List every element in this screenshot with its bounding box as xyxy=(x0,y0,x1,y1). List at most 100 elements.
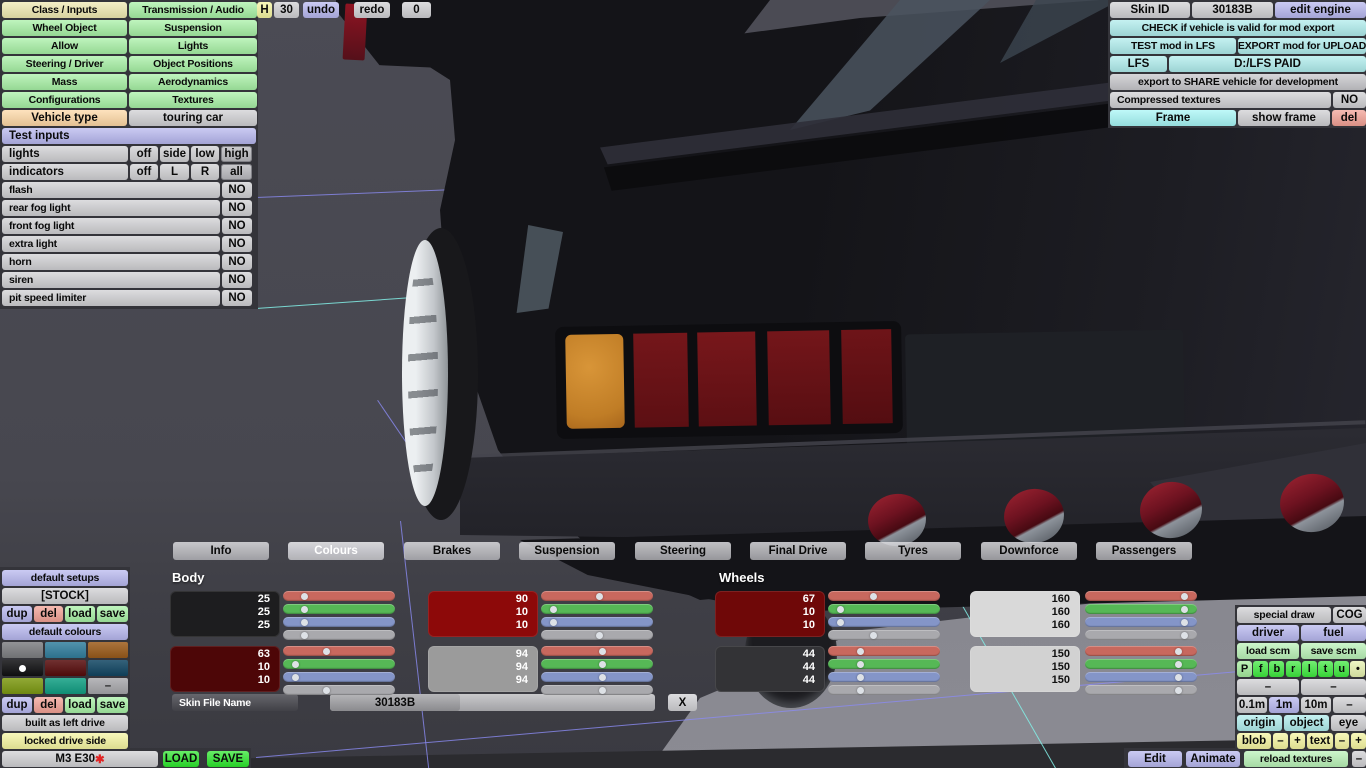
special-draw-button[interactable]: special draw xyxy=(1237,607,1331,623)
menu-item-lights[interactable]: Lights xyxy=(129,38,257,54)
wheels-colour-3-slider-blue[interactable] xyxy=(1085,672,1197,682)
text-plus-button[interactable]: + xyxy=(1351,733,1366,749)
lights-option-off[interactable]: off xyxy=(130,146,158,162)
grid-scale-10m[interactable]: 10m xyxy=(1301,697,1331,713)
grid-scale-0p1m[interactable]: 0.1m xyxy=(1237,697,1267,713)
vehicle-type-label[interactable]: Vehicle type xyxy=(2,110,127,126)
wheels-colour-2-slider-red[interactable] xyxy=(1085,591,1197,601)
indicators-option-all[interactable]: all xyxy=(221,164,252,180)
slider-handle[interactable] xyxy=(856,673,864,681)
layer-r-button[interactable]: r xyxy=(1285,661,1301,677)
wheels-colour-3-slider-red[interactable] xyxy=(1085,646,1197,656)
slider-handle[interactable] xyxy=(291,673,299,681)
setups-dup-button[interactable]: dup xyxy=(2,606,32,622)
slider-handle[interactable] xyxy=(300,592,308,600)
colours-dup-button[interactable]: dup xyxy=(2,697,32,713)
slider-handle[interactable] xyxy=(836,605,844,613)
rear-fog-light-toggle[interactable]: NO xyxy=(222,200,252,216)
slider-handle[interactable] xyxy=(836,618,844,626)
slider-handle[interactable] xyxy=(598,673,606,681)
slider-handle[interactable] xyxy=(549,605,557,613)
slider-handle[interactable] xyxy=(1181,618,1189,626)
grid-scale-1m[interactable]: 1m xyxy=(1269,697,1299,713)
body-colour-3-slider-bright[interactable] xyxy=(541,685,653,695)
redo-count[interactable]: 0 xyxy=(402,2,431,18)
setup-stock-button[interactable]: [STOCK] xyxy=(2,588,128,604)
wheels-colour-1-slider-blue[interactable] xyxy=(828,672,940,682)
built-as-left-drive-button[interactable]: built as left drive xyxy=(2,715,128,731)
body-colour-1-slider-bright[interactable] xyxy=(283,685,395,695)
palette-colour-1-2[interactable] xyxy=(88,660,128,676)
tab-info[interactable]: Info xyxy=(173,542,269,560)
grid-scale-–[interactable]: – xyxy=(1333,697,1366,713)
body-colour-2-slider-blue[interactable] xyxy=(541,617,653,627)
body-colour-0-slider-red[interactable] xyxy=(283,591,395,601)
edit-engine-button[interactable]: edit engine xyxy=(1275,2,1366,18)
menu-item-mass[interactable]: Mass xyxy=(2,74,127,90)
tab-passengers[interactable]: Passengers xyxy=(1096,542,1192,560)
save-button[interactable]: SAVE xyxy=(207,751,249,767)
front-fog-light-toggle[interactable]: NO xyxy=(222,218,252,234)
menu-item-class-inputs[interactable]: Class / Inputs xyxy=(2,2,127,18)
setups-save-button[interactable]: save xyxy=(97,606,128,622)
skin-id-value[interactable]: 30183B xyxy=(1192,2,1273,18)
lfs-button[interactable]: LFS xyxy=(1110,56,1167,72)
setups-del-button[interactable]: del xyxy=(34,606,63,622)
view-mode-object[interactable]: object xyxy=(1284,715,1329,731)
blob-plus-button[interactable]: + xyxy=(1290,733,1305,749)
slider-handle[interactable] xyxy=(1175,686,1183,694)
menu-item-allow[interactable]: Allow xyxy=(2,38,127,54)
palette-colour-0-0[interactable] xyxy=(2,642,43,658)
fuel-button[interactable]: fuel xyxy=(1301,625,1366,641)
indicators-option-r[interactable]: R xyxy=(191,164,219,180)
wheels-colour-2-slider-bright[interactable] xyxy=(1085,630,1197,640)
locked-drive-side-button[interactable]: locked drive side xyxy=(2,733,128,749)
menu-item-aerodynamics[interactable]: Aerodynamics xyxy=(129,74,257,90)
wheels-colour-0-slider-bright[interactable] xyxy=(828,630,940,640)
reload-textures-button[interactable]: reload textures xyxy=(1244,751,1348,767)
menu-item-wheel-object[interactable]: Wheel Object xyxy=(2,20,127,36)
menu-item-object-positions[interactable]: Object Positions xyxy=(129,56,257,72)
slider-handle[interactable] xyxy=(856,660,864,668)
layer-u-button[interactable]: u xyxy=(1334,661,1350,677)
wheels-colour-1-slider-green[interactable] xyxy=(828,659,940,669)
wheels-colour-1-slider-red[interactable] xyxy=(828,646,940,656)
body-colour-2-slider-green[interactable] xyxy=(541,604,653,614)
slider-handle[interactable] xyxy=(870,592,878,600)
save-scm-button[interactable]: save scm xyxy=(1301,643,1366,659)
slider-handle[interactable] xyxy=(596,631,604,639)
palette-colour-2-1[interactable] xyxy=(45,678,86,694)
skin-id-label[interactable]: Skin ID xyxy=(1110,2,1190,18)
extra-light-toggle[interactable]: NO xyxy=(222,236,252,252)
menu-item-steering-driver[interactable]: Steering / Driver xyxy=(2,56,127,72)
pit-speed-limiter-toggle[interactable]: NO xyxy=(222,290,252,306)
slider-handle[interactable] xyxy=(856,647,864,655)
tools-minus-button-1[interactable]: – xyxy=(1301,679,1366,695)
h-value[interactable]: 30 xyxy=(274,2,299,18)
skin-file-name-input[interactable]: 30183B xyxy=(330,694,655,711)
check-vehicle-button[interactable]: CHECK if vehicle is valid for mod export xyxy=(1110,20,1366,36)
del-frame-button[interactable]: del xyxy=(1332,110,1366,126)
colours-save-button[interactable]: save xyxy=(97,697,128,713)
palette-colour-0-2[interactable] xyxy=(88,642,128,658)
siren-toggle[interactable]: NO xyxy=(222,272,252,288)
body-colour-3-slider-red[interactable] xyxy=(541,646,653,656)
slider-handle[interactable] xyxy=(300,631,308,639)
wheels-colour-2-slider-green[interactable] xyxy=(1085,604,1197,614)
text-button[interactable]: text xyxy=(1307,733,1333,749)
undo-button[interactable]: undo xyxy=(303,2,339,18)
frame-button[interactable]: Frame xyxy=(1110,110,1236,126)
lfs-path[interactable]: D:/LFS PAID xyxy=(1169,56,1366,72)
palette-colour-1-1[interactable] xyxy=(45,660,86,676)
flash-toggle[interactable]: NO xyxy=(222,182,252,198)
palette-colour-1-0[interactable] xyxy=(2,660,43,676)
indicators-option-l[interactable]: L xyxy=(160,164,189,180)
body-colour-0-slider-blue[interactable] xyxy=(283,617,395,627)
slider-handle[interactable] xyxy=(300,605,308,613)
colours-del-button[interactable]: del xyxy=(34,697,63,713)
slider-handle[interactable] xyxy=(596,592,604,600)
show-frame-button[interactable]: show frame xyxy=(1238,110,1330,126)
menu-item-transmission-audio[interactable]: Transmission / Audio xyxy=(129,2,257,18)
slider-handle[interactable] xyxy=(598,686,606,694)
slider-handle[interactable] xyxy=(598,660,606,668)
